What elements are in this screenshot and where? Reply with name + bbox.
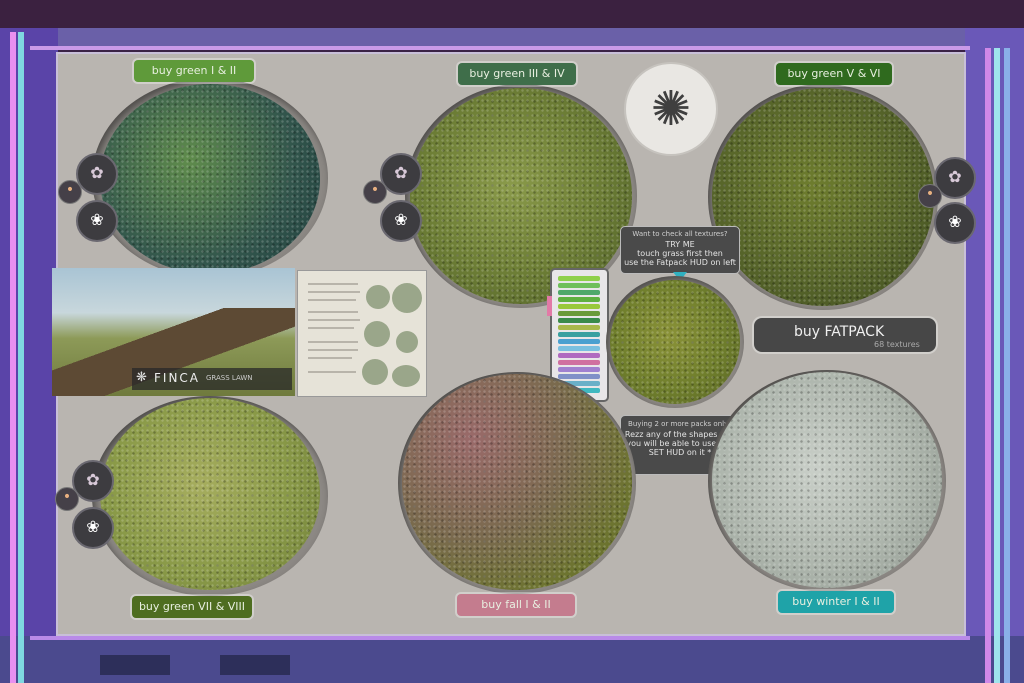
flower-hud-icon[interactable] (918, 184, 942, 208)
hud-swatch[interactable] (558, 311, 600, 316)
buy-green-3-4-label: buy green III & IV (469, 67, 565, 80)
grass-thumb (396, 331, 418, 353)
grass-sample-green-5-6[interactable] (712, 88, 934, 306)
hud-swatch[interactable] (558, 360, 600, 365)
fatpack-label: buy FATPACK (794, 324, 885, 340)
grass-sample-green-7-8[interactable] (100, 398, 320, 590)
tooltip-line: TRY ME (665, 240, 695, 249)
buy-green-5-6-button[interactable]: buy green V & VI (776, 63, 892, 85)
buy-fatpack-button[interactable]: buy FATPACK 68 textures (754, 318, 936, 352)
grass-thumb (392, 365, 420, 387)
info-card (297, 270, 427, 397)
doc-line (308, 291, 360, 293)
tooltip-line: Want to check all textures? (632, 230, 728, 238)
try-me-tooltip: Want to check all textures? TRY ME touch… (620, 226, 740, 274)
hud-swatch[interactable] (558, 325, 600, 330)
buy-fall-1-2-label: buy fall I & II (481, 598, 551, 611)
grass-sample-green-1-2[interactable] (100, 84, 320, 274)
doc-line (308, 311, 358, 313)
agave-plant-icon: ✺ (624, 62, 718, 156)
flower-hud-icon[interactable] (72, 507, 114, 549)
tooltip-line: use the Fatpack HUD on left (624, 258, 736, 267)
brand-sub: GRASS LAWN (206, 374, 253, 382)
doc-line (308, 319, 360, 321)
neon-strip (18, 32, 24, 683)
brand-logo-icon: ❋ (136, 370, 147, 385)
flower-hud-icon[interactable] (76, 153, 118, 195)
hud-swatch[interactable] (558, 374, 600, 379)
neon-strip (30, 46, 970, 50)
buy-winter-1-2-button[interactable]: buy winter I & II (778, 591, 894, 613)
board-foot (100, 655, 170, 675)
hud-swatch[interactable] (558, 346, 600, 351)
neon-strip (994, 48, 1000, 683)
doc-line (308, 283, 358, 285)
grass-thumb (392, 283, 422, 313)
neon-strip (985, 48, 991, 683)
flower-hud-icon[interactable] (58, 180, 82, 204)
doc-line (308, 371, 356, 373)
board-foot (220, 655, 290, 675)
hud-swatch[interactable] (558, 339, 600, 344)
buy-fall-1-2-button[interactable]: buy fall I & II (457, 594, 575, 616)
brand-name: FINCA (154, 371, 201, 385)
hud-tab[interactable] (547, 296, 552, 316)
grass-thumb (364, 321, 390, 347)
buy-green-1-2-button[interactable]: buy green I & II (134, 60, 254, 82)
frame-left (0, 28, 58, 683)
hud-swatch[interactable] (558, 353, 600, 358)
buy-winter-1-2-label: buy winter I & II (792, 595, 880, 608)
neon-strip (30, 636, 970, 640)
hud-swatch[interactable] (558, 318, 600, 323)
frame-top (0, 28, 1024, 48)
doc-line (308, 357, 352, 359)
flower-hud-icon[interactable] (934, 202, 976, 244)
top-shadow (0, 0, 1024, 30)
grass-sample-fall-1-2[interactable] (402, 374, 632, 590)
doc-line (308, 299, 356, 301)
grass-thumb (366, 285, 390, 309)
brand-logo: ❋ FINCA GRASS LAWN (132, 368, 292, 390)
hud-swatch[interactable] (558, 332, 600, 337)
grass-sample-winter-1-2[interactable] (712, 372, 942, 588)
neon-strip (10, 32, 16, 683)
hud-swatch[interactable] (558, 304, 600, 309)
buy-green-5-6-label: buy green V & VI (787, 67, 881, 80)
hud-swatch[interactable] (558, 276, 600, 281)
hud-swatch[interactable] (558, 367, 600, 372)
fatpack-sub-label: 68 textures (874, 340, 920, 349)
buy-green-3-4-button[interactable]: buy green III & IV (458, 63, 576, 85)
buy-green-1-2-label: buy green I & II (151, 64, 237, 77)
flower-hud-icon[interactable] (55, 487, 79, 511)
flower-hud-icon[interactable] (363, 180, 387, 204)
doc-line (308, 349, 358, 351)
hud-swatch[interactable] (558, 290, 600, 295)
doc-line (308, 327, 354, 329)
hud-swatch[interactable] (558, 283, 600, 288)
grass-thumb (362, 359, 388, 385)
flower-hud-icon[interactable] (380, 200, 422, 242)
buy-green-7-8-button[interactable]: buy green VII & VIII (132, 596, 252, 618)
tooltip-line: Buying 2 or more packs only? (628, 420, 732, 428)
flower-hud-icon[interactable] (76, 200, 118, 242)
doc-line (308, 341, 358, 343)
tooltip-line: touch grass first then (637, 249, 723, 258)
try-me-grass[interactable] (610, 280, 740, 404)
product-photo: ❋ FINCA GRASS LAWN (52, 268, 295, 396)
buy-green-7-8-label: buy green VII & VIII (138, 600, 246, 613)
hud-swatch[interactable] (558, 297, 600, 302)
neon-strip (1004, 48, 1010, 683)
